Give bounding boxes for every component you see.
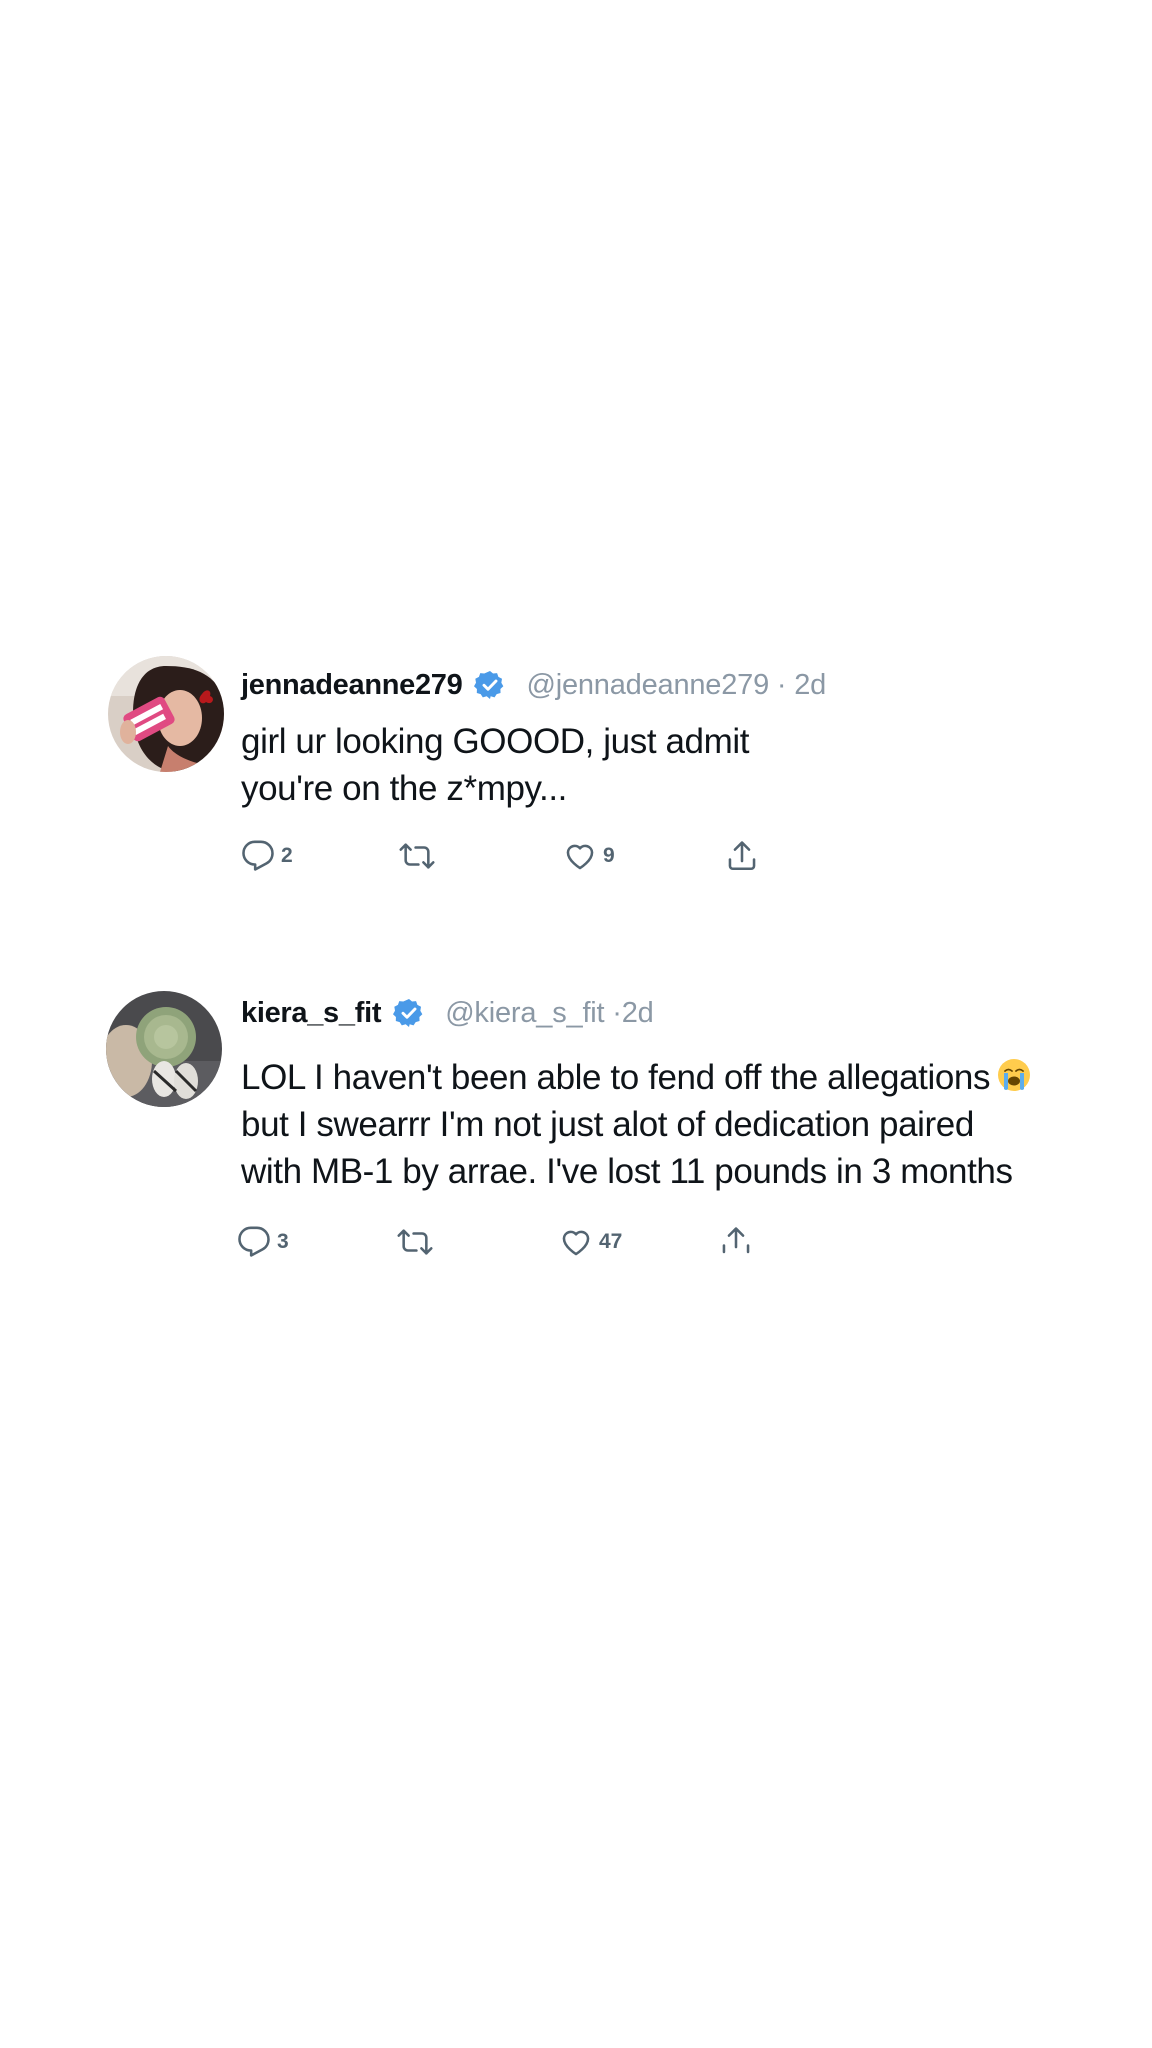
reply-count: 3 [277,1230,289,1253]
page: jennadeanne279 @jennadeanne279 · 2d girl… [0,0,1152,2048]
loudly-crying-face-emoji [996,1057,1032,1093]
tweet-header: kiera_s_fit @kiera_s_fit ·2d [241,993,654,1033]
retweet-icon [397,1229,433,1255]
handle-timestamp[interactable]: @jennadeanne279 · 2d [526,669,826,702]
tweet-text-line: girl ur looking GOOOD, just admit [241,722,750,761]
like-button[interactable]: 47 [559,1222,622,1262]
tweet-text: LOL I haven't been able to fend off the … [241,1054,1032,1195]
username[interactable]: kiera_s_fit [241,997,381,1030]
handle-timestamp[interactable]: @kiera_s_fit ·2d [445,997,654,1030]
like-count: 9 [603,844,615,867]
tweet-text-line: but I swearrr I'm not just alot of dedic… [241,1105,974,1144]
tweet-text-segment: LOL I haven't been able to fend off the … [241,1058,991,1097]
reply-button[interactable]: 3 [237,1222,289,1262]
share-icon [722,1227,750,1254]
tweet-header: jennadeanne279 @jennadeanne279 · 2d [241,665,826,705]
tweet-text: girl ur looking GOOOD, just admit you're… [241,718,749,812]
verified-badge-icon [474,669,506,701]
share-button[interactable] [725,836,759,876]
reply-button[interactable]: 2 [241,836,293,876]
avatar[interactable] [106,991,222,1107]
avatar[interactable] [108,656,224,772]
reply-count: 2 [281,844,293,867]
retweet-button[interactable] [398,836,442,876]
tweet-text-line: with MB-1 by arrae. I've lost 11 pounds … [241,1152,1013,1191]
tweet-text-line: LOL I haven't been able to fend off the … [241,1054,1032,1101]
like-count: 47 [599,1230,623,1253]
retweet-icon [399,843,435,869]
verified-badge-icon [393,997,425,1029]
like-button[interactable]: 9 [563,836,615,876]
username[interactable]: jennadeanne279 [241,669,463,702]
tweet-text-line: you're on the z*mpy... [241,769,568,808]
share-icon [728,841,756,871]
retweet-button[interactable] [396,1222,440,1262]
like-icon [562,1230,590,1256]
like-icon [566,844,594,870]
reply-icon [242,840,274,871]
reply-icon [238,1226,270,1257]
share-button[interactable] [719,1222,753,1262]
